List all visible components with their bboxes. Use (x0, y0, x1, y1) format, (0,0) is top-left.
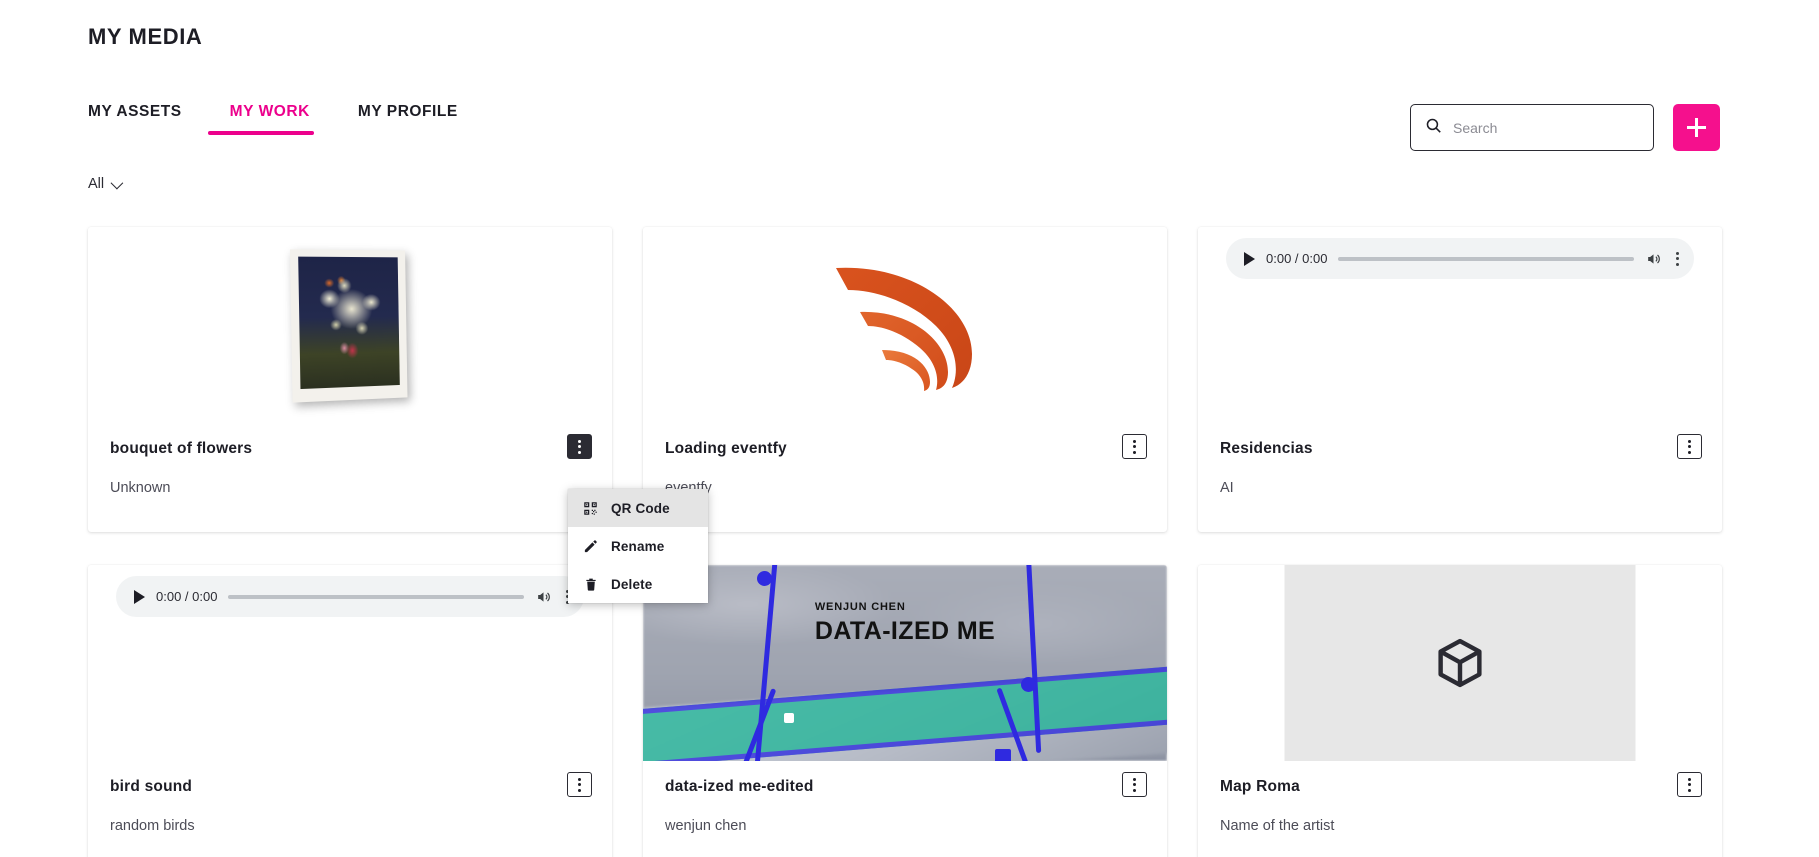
qr-code-icon (582, 501, 599, 516)
eventfy-logo (836, 267, 972, 391)
card-thumbnail[interactable] (88, 227, 612, 423)
my-media-page: MY MEDIA MY ASSETS MY WORK MY PROFILE Al… (0, 0, 1819, 857)
cube-icon (1438, 638, 1482, 688)
card-menu-button[interactable] (567, 772, 592, 797)
card-title: Loading eventfy (665, 440, 787, 457)
card-thumbnail[interactable]: WENJUN CHEN DATA-IZED ME (643, 565, 1167, 761)
audio-time: 0:00 / 0:00 (156, 589, 218, 604)
trash-icon (582, 577, 599, 592)
context-menu-item-delete[interactable]: Delete (568, 565, 708, 603)
scene-title: DATA-IZED ME (814, 617, 996, 645)
card-artist: AI (1220, 480, 1234, 496)
context-menu-label: QR Code (611, 500, 670, 516)
media-card[interactable]: bouquet of flowers Unknown (88, 227, 612, 532)
volume-icon[interactable] (535, 589, 552, 605)
media-card[interactable]: Map Roma Name of the artist (1198, 565, 1722, 857)
more-vertical-icon[interactable] (1673, 251, 1682, 266)
media-card[interactable]: 0:00 / 0:00 Residencias AI (1198, 227, 1722, 532)
audio-progress-slider[interactable] (1338, 256, 1634, 261)
card-title: bouquet of flowers (110, 440, 253, 457)
card-artist: Name of the artist (1220, 818, 1335, 834)
tab-my-assets[interactable]: MY ASSETS (88, 103, 206, 135)
tab-bar: MY ASSETS MY WORK MY PROFILE (88, 103, 482, 135)
card-thumbnail[interactable] (643, 227, 1167, 423)
card-thumbnail: 0:00 / 0:00 (88, 565, 612, 761)
scene-caption: WENJUN CHEN DATA-IZED ME (815, 601, 995, 646)
painting-canvas (298, 256, 400, 390)
play-icon[interactable] (134, 589, 145, 604)
chevron-down-icon (110, 176, 124, 189)
framed-painting-bouquet (289, 249, 408, 403)
card-artist: wenjun chen (665, 818, 747, 834)
scene-byline: WENJUN CHEN (814, 601, 906, 613)
card-artist: eventfy (665, 480, 712, 496)
audio-player[interactable]: 0:00 / 0:00 (1226, 238, 1694, 279)
media-grid: bouquet of flowers Unknown Loading event… (88, 227, 1722, 857)
card-context-menu: QR Code Rename Delete (568, 489, 708, 603)
card-body: bird sound random birds (88, 761, 612, 834)
filter-label: All (88, 176, 105, 192)
context-menu-label: Rename (611, 538, 665, 554)
plus-icon (1687, 118, 1706, 137)
audio-player[interactable]: 0:00 / 0:00 (116, 576, 584, 617)
card-title: Residencias (1220, 440, 1313, 457)
audio-progress-slider[interactable] (228, 594, 524, 599)
search-input[interactable] (1453, 119, 1639, 136)
filter-dropdown[interactable]: All (88, 176, 124, 192)
card-body: Map Roma Name of the artist (1198, 761, 1722, 834)
media-card[interactable]: WENJUN CHEN DATA-IZED ME data-ized me-ed… (643, 565, 1167, 857)
media-card[interactable]: 0:00 / 0:00 bird sound random birds (88, 565, 612, 857)
card-artist: Unknown (110, 480, 171, 496)
volume-icon[interactable] (1645, 251, 1662, 267)
context-menu-item-qr-code[interactable]: QR Code (568, 489, 708, 527)
card-title: Map Roma (1220, 778, 1300, 795)
model-placeholder (1198, 565, 1722, 761)
card-body: Residencias AI (1198, 423, 1722, 496)
audio-time: 0:00 / 0:00 (1266, 251, 1328, 266)
card-title: bird sound (110, 778, 193, 795)
card-menu-button[interactable] (1677, 772, 1702, 797)
search-icon (1425, 117, 1442, 139)
card-body: data-ized me-edited wenjun chen (643, 761, 1167, 834)
pencil-icon (582, 539, 599, 554)
card-thumbnail: 0:00 / 0:00 (1198, 227, 1722, 423)
card-menu-button[interactable] (567, 434, 592, 459)
card-menu-button[interactable] (1677, 434, 1702, 459)
card-title: data-ized me-edited (665, 778, 814, 795)
play-icon[interactable] (1244, 251, 1255, 266)
card-menu-button[interactable] (1122, 772, 1147, 797)
card-body: bouquet of flowers Unknown (88, 423, 612, 496)
page-title: MY MEDIA (88, 24, 203, 49)
card-artist: random birds (110, 818, 195, 834)
context-menu-label: Delete (611, 576, 653, 592)
card-thumbnail[interactable] (1198, 565, 1722, 761)
tab-my-work[interactable]: MY WORK (206, 103, 334, 135)
tab-my-profile[interactable]: MY PROFILE (334, 103, 482, 135)
card-menu-button[interactable] (1122, 434, 1147, 459)
card-body: Loading eventfy eventfy (643, 423, 1167, 496)
media-card[interactable]: Loading eventfy eventfy (643, 227, 1167, 532)
dataized-me-ar-scene: WENJUN CHEN DATA-IZED ME (643, 565, 1167, 761)
search-box[interactable] (1410, 104, 1654, 151)
add-media-button[interactable] (1673, 104, 1720, 151)
context-menu-item-rename[interactable]: Rename (568, 527, 708, 565)
